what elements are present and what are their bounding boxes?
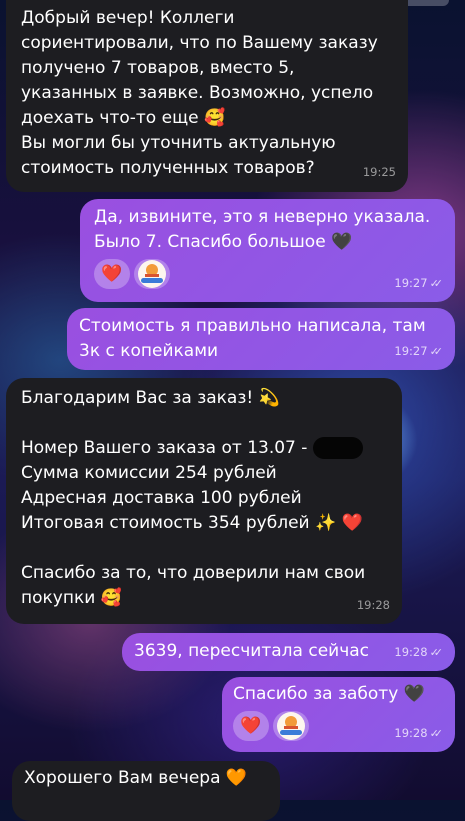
message-text: Благодарим Вас за заказ! 💫 Номер Вашего … [21, 388, 366, 608]
reaction-avatar[interactable] [273, 711, 309, 741]
reaction-heart[interactable]: ❤️ [94, 259, 130, 289]
shop-logo-avatar-icon [138, 260, 166, 288]
message-time: 19:27 ✓✓ [394, 339, 443, 364]
message-text: Спасибо за заботу 🖤 [233, 684, 425, 704]
double-check-icon: ✓✓ [429, 277, 444, 290]
message-time: 19:28 [356, 598, 390, 612]
shop-logo-avatar-icon [277, 712, 305, 740]
incoming-message[interactable]: Хорошего Вам вечера 🧡 [12, 761, 280, 821]
double-check-icon: ✓✓ [429, 727, 444, 740]
outgoing-message[interactable]: Спасибо за заботу 🖤 ❤️ 19:28 ✓✓ [222, 677, 455, 752]
message-text: Добрый вечер! Коллеги сориентировали, чт… [21, 8, 378, 178]
reaction-heart[interactable]: ❤️ [233, 711, 269, 741]
incoming-message[interactable]: Добрый вечер! Коллеги сориентировали, чт… [6, 0, 408, 192]
double-check-icon: ✓✓ [429, 345, 444, 358]
redacted-order-number [312, 437, 363, 459]
outgoing-message[interactable]: Стоимость я правильно написала, там 3к с… [67, 308, 455, 370]
incoming-message[interactable]: Благодарим Вас за заказ! 💫 Номер Вашего … [6, 378, 402, 624]
double-check-icon: ✓✓ [429, 646, 444, 659]
reaction-avatar[interactable] [134, 259, 170, 289]
message-text: Да, извините, это я неверно указала. Был… [94, 207, 431, 252]
outgoing-message[interactable]: 3639, пересчитала сейчас 19:28 ✓✓ [122, 633, 455, 671]
message-time: 19:28 ✓✓ [394, 640, 443, 665]
message-time: 19:25 [362, 165, 396, 179]
message-time: 19:28 ✓✓ [394, 721, 443, 746]
message-text: Стоимость я правильно написала, там 3к с… [79, 316, 426, 361]
message-text: Хорошего Вам вечера 🧡 [24, 768, 248, 788]
message-time: 19:27 ✓✓ [394, 271, 443, 296]
reactions-row: ❤️ [94, 259, 441, 289]
outgoing-message[interactable]: Да, извините, это я неверно указала. Был… [80, 199, 455, 302]
